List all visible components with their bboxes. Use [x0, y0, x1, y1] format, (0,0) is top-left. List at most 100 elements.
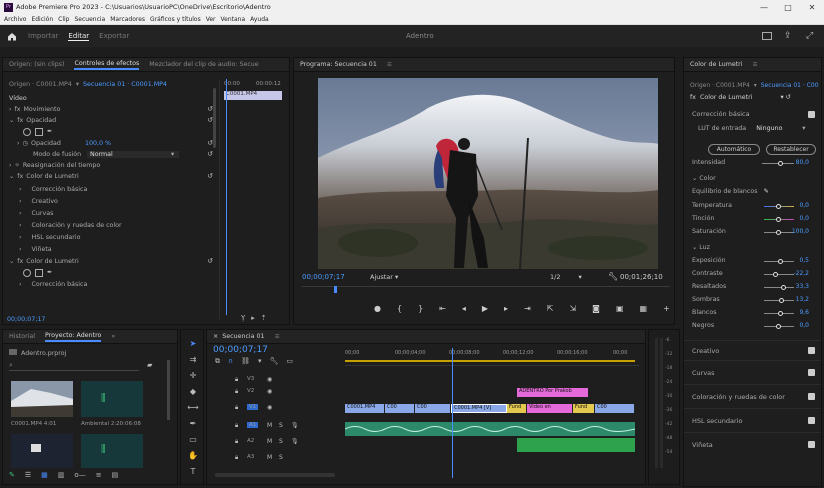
track-a1-toggle[interactable]: 🔒︎	[235, 422, 238, 430]
selection-tool-icon[interactable]: ➤	[188, 338, 198, 348]
menu-ayuda[interactable]: Ayuda	[250, 16, 269, 23]
close-sequence-icon[interactable]: ×	[213, 333, 218, 340]
play-icon[interactable]: ▶	[482, 304, 488, 313]
shadows-slider[interactable]	[764, 298, 794, 303]
hand-tool-icon[interactable]: ✋	[188, 450, 198, 460]
program-playhead[interactable]	[334, 286, 337, 293]
project-thumb-3[interactable]	[11, 434, 73, 468]
exposure-knob[interactable]	[778, 259, 783, 264]
lumetri-row[interactable]: ⌄ fx Color de Lumetri	[9, 172, 79, 181]
linked-icon[interactable]: ⛓	[241, 357, 250, 366]
saturation-value[interactable]: 100,0	[792, 228, 809, 235]
v1-clip-7[interactable]: Fund	[573, 404, 595, 413]
go-to-in-icon[interactable]: ⇤	[439, 304, 446, 313]
tint-slider[interactable]	[764, 217, 794, 222]
timeline-playhead[interactable]	[452, 348, 453, 478]
ellipse-mask-icon-2[interactable]	[23, 268, 31, 277]
project-thumb-1[interactable]	[11, 381, 73, 417]
temperature-value[interactable]: 0,0	[799, 202, 809, 209]
mini-clip[interactable]: C0001.MP4	[224, 91, 282, 100]
curves-checkbox[interactable]	[808, 369, 815, 376]
track-a1-label[interactable]: A1	[247, 422, 259, 428]
reset-button[interactable]: Restablecer	[766, 144, 816, 155]
ellipse-mask-icon[interactable]	[23, 127, 31, 136]
ripple-edit-icon[interactable]: ✛	[188, 370, 198, 380]
lumetri-item-6[interactable]: › Viñeta	[19, 245, 52, 254]
v1-clip-2[interactable]: C00	[385, 404, 415, 413]
project-thumb-4[interactable]: ⫼	[81, 434, 143, 468]
highlights-value[interactable]: 33,3	[796, 283, 809, 290]
captions-icon[interactable]: ▭	[286, 357, 293, 366]
project-scrollbar[interactable]	[167, 360, 170, 420]
add-button-icon[interactable]: +	[663, 304, 670, 313]
razor-tool-icon[interactable]: ◆	[188, 386, 198, 396]
tab-proyecto[interactable]: Proyecto: Adentro	[45, 332, 102, 342]
lumetri2-row[interactable]: ⌄ fx Color de Lumetri	[9, 257, 79, 266]
resolution-select[interactable]: 1/2 ▾	[550, 273, 582, 281]
pen-tool-icon[interactable]: ✒	[188, 418, 198, 428]
nest-icon[interactable]: ⧉	[215, 357, 220, 366]
shadows-value[interactable]: 13,2	[796, 296, 809, 303]
project-thumb-2[interactable]: ⫼	[81, 381, 143, 417]
hsl-section[interactable]: HSL secundario	[684, 408, 821, 432]
home-icon[interactable]	[0, 32, 24, 41]
saturation-slider[interactable]	[764, 230, 794, 235]
camera-icon[interactable]: ◙	[592, 304, 600, 313]
multicam-icon[interactable]: ▦	[640, 304, 648, 313]
list-view-icon[interactable]: ☰	[25, 471, 31, 479]
lumetri-item-2[interactable]: › Creativo	[19, 197, 58, 206]
auto-button[interactable]: Automático	[708, 144, 760, 155]
exposure-value[interactable]: 0,5	[799, 257, 809, 264]
v1-clip-3[interactable]: C00	[415, 404, 451, 413]
tint-value[interactable]: 0,0	[799, 215, 809, 222]
menu-secuencia[interactable]: Secuencia	[75, 16, 106, 23]
contrast-slider[interactable]	[764, 272, 794, 277]
reset-lumetri2-icon[interactable]: ↺	[207, 257, 213, 265]
intensity-slider[interactable]	[762, 161, 794, 166]
menu-archivo[interactable]: Archivo	[4, 16, 26, 23]
marker-icon[interactable]: ▾	[258, 357, 262, 366]
lut-select[interactable]: Ninguno	[756, 125, 802, 132]
lumetri-item-4[interactable]: › Coloración y ruedas de color	[19, 221, 122, 230]
movement-row[interactable]: › fx Movimiento	[9, 105, 60, 114]
v1-clip-6[interactable]: Video en	[527, 404, 573, 413]
reset-blend-icon[interactable]: ↺	[207, 150, 213, 158]
v1-clip-1[interactable]: C0001.MP4	[345, 404, 385, 413]
pen-mask-icon-2[interactable]: ✒	[47, 269, 52, 276]
track-v1-eye-icon[interactable]: ◉	[267, 404, 272, 411]
blacks-knob[interactable]	[776, 324, 781, 329]
a1-audio-clip[interactable]	[344, 422, 636, 436]
mark-in-icon[interactable]: {	[397, 304, 402, 313]
sort-icon[interactable]: ≡	[96, 471, 102, 479]
track-a2-solo[interactable]: S	[279, 438, 283, 445]
temperature-knob[interactable]	[776, 204, 781, 209]
fit-select[interactable]: Ajustar ▾	[370, 273, 398, 281]
contrast-knob[interactable]	[773, 272, 778, 277]
track-a2-mic-icon[interactable]: 🎙︎	[291, 438, 299, 445]
blacks-value[interactable]: 0,0	[799, 322, 809, 329]
icon-view-icon[interactable]: ▦	[41, 471, 48, 479]
basic-correction-header[interactable]: Corrección básica	[684, 108, 821, 120]
tab-mezclador[interactable]: Mezclador del clip de audio: Secue	[149, 61, 258, 68]
basic-correction-checkbox[interactable]	[808, 110, 815, 118]
light-section[interactable]: ⌄ Luz	[692, 244, 710, 251]
filter-icon[interactable]: Ỵ	[241, 314, 245, 322]
compare-icon[interactable]: ▣	[616, 304, 624, 313]
settings-wrench-icon[interactable]: 🔧︎	[270, 357, 279, 366]
track-a3-solo[interactable]: S	[279, 454, 283, 461]
maximize-button[interactable]: □	[776, 0, 800, 14]
share-icon[interactable]: ⇪	[784, 31, 792, 41]
track-a2-mute[interactable]: M	[267, 438, 272, 445]
highlights-knob[interactable]	[781, 285, 786, 290]
tab-lumetri[interactable]: Color de Lumetri	[690, 61, 743, 68]
menu-ventana[interactable]: Ventana	[221, 16, 246, 23]
color-wheels-checkbox[interactable]	[808, 393, 815, 400]
color-section[interactable]: ⌄ Color	[692, 175, 716, 182]
time-remap-row[interactable]: › ✧ Reasignación del tiempo	[9, 161, 100, 170]
timeline-menu-icon[interactable]: ≡	[275, 333, 280, 340]
track-a3-toggle[interactable]: 🔒︎	[235, 454, 238, 462]
contrast-value[interactable]: -22,2	[793, 270, 809, 277]
tab-editar[interactable]: Editar	[68, 32, 90, 41]
intensity-knob[interactable]	[778, 161, 783, 166]
fullscreen-icon[interactable]: ⤢	[806, 31, 813, 41]
